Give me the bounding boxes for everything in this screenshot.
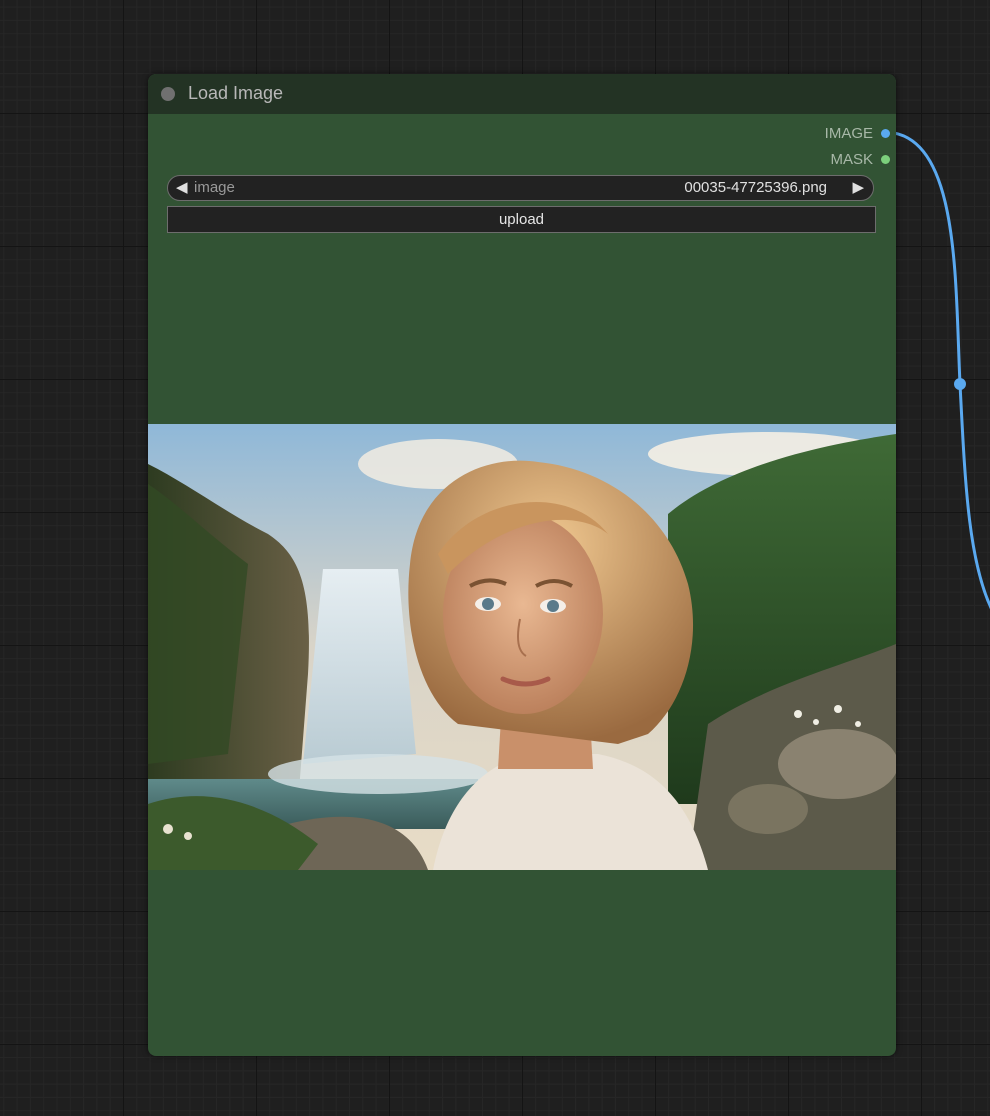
image-combo-widget[interactable]: ◀ image 00035-47725396.png ▶ <box>167 175 874 201</box>
output-label-image: IMAGE <box>824 124 873 142</box>
output-slot-image[interactable]: IMAGE <box>825 124 890 142</box>
upload-button[interactable]: upload <box>167 206 876 233</box>
output-dot-image-icon[interactable] <box>881 128 890 138</box>
node-title: Load Image <box>188 83 284 103</box>
node-header[interactable]: Load Image <box>148 74 896 114</box>
combo-label: image <box>194 179 235 196</box>
output-dot-mask-icon[interactable] <box>881 154 890 164</box>
collapse-toggle-icon[interactable] <box>161 87 175 101</box>
preview-image <box>148 424 896 870</box>
load-image-node[interactable]: Load Image IMAGE MASK ◀ image 00035-4772… <box>148 74 896 1056</box>
combo-next-arrow-icon[interactable]: ▶ <box>852 178 864 196</box>
image-preview <box>148 424 896 870</box>
combo-prev-arrow-icon[interactable]: ◀ <box>176 178 188 196</box>
output-slot-mask[interactable]: MASK <box>830 150 890 168</box>
output-label-mask: MASK <box>830 150 873 168</box>
combo-value[interactable]: 00035-47725396.png <box>684 179 827 196</box>
